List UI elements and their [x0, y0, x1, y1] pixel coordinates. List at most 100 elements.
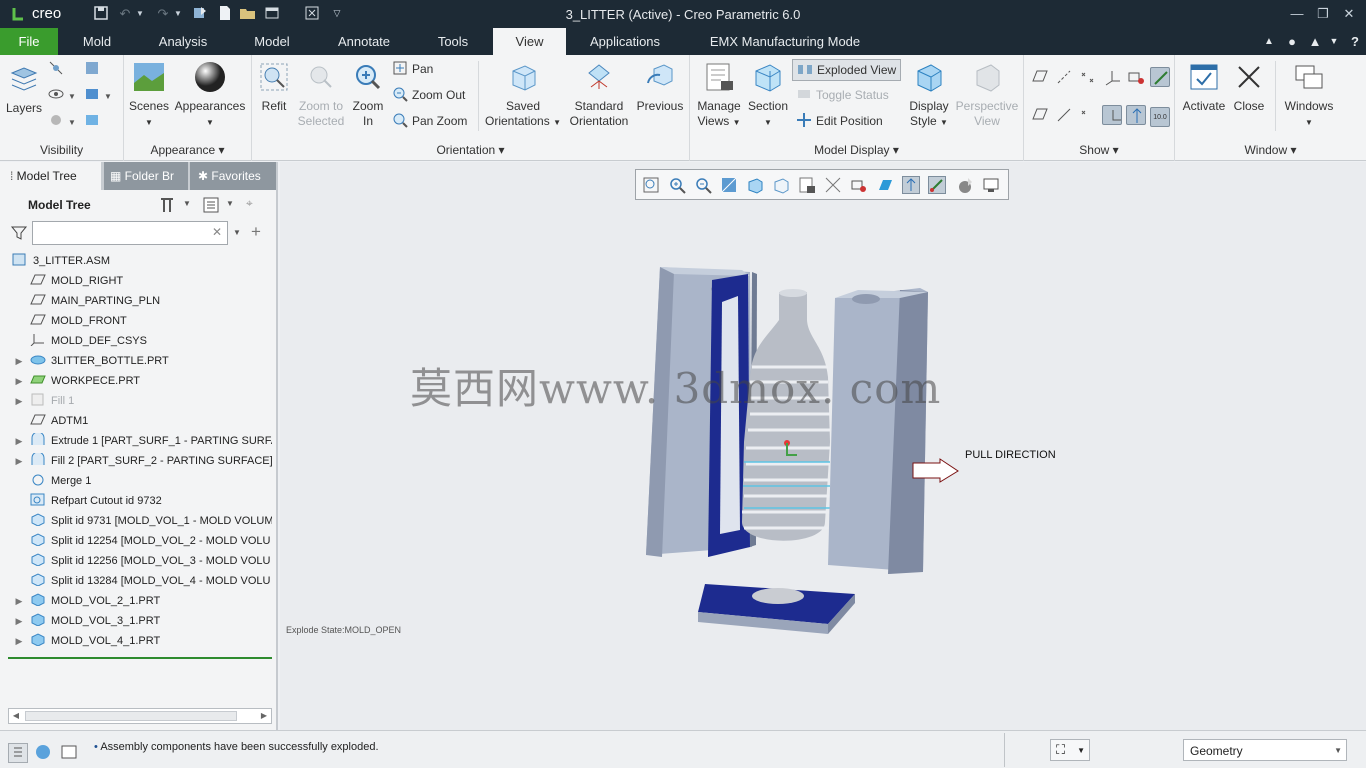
- search-dropdown-icon[interactable]: ▼: [233, 228, 241, 237]
- edit-position-button[interactable]: Edit Position: [796, 111, 883, 131]
- refit-button[interactable]: Refit: [256, 61, 292, 114]
- expand-arrow-icon[interactable]: ▶: [12, 431, 26, 451]
- 3d-dragger-toggle[interactable]: [1150, 67, 1170, 87]
- minimize-icon[interactable]: —: [1288, 5, 1306, 22]
- tree-item[interactable]: ▶ Fill 1: [0, 391, 272, 411]
- tree-item[interactable]: Refpart Cutout id 9732: [0, 491, 272, 511]
- tree-item[interactable]: MAIN_PARTING_PLN: [0, 291, 272, 311]
- status-button[interactable]: [84, 59, 104, 79]
- tab-view[interactable]: View: [493, 28, 566, 55]
- toggle-status-button[interactable]: Toggle Status: [796, 85, 889, 105]
- toggle-navigator-icon[interactable]: [8, 743, 28, 763]
- tree-filter-icon[interactable]: ⌖: [246, 196, 266, 214]
- spin-center-toggle[interactable]: [1126, 67, 1146, 87]
- tab-favorites[interactable]: ✱ Favorites: [190, 162, 276, 190]
- exploded-view-button[interactable]: Exploded View: [792, 59, 902, 81]
- scroll-right-icon[interactable]: ▶: [257, 709, 271, 723]
- learning-icon[interactable]: ▲: [1306, 28, 1324, 55]
- unhide-button[interactable]: ▼: [48, 111, 76, 131]
- perspective-icon[interactable]: [824, 176, 842, 194]
- expand-arrow-icon[interactable]: ▶: [12, 351, 26, 371]
- tab-emx-manufacturing-mode[interactable]: EMX Manufacturing Mode: [697, 28, 873, 55]
- tree-item[interactable]: Merge 1: [0, 471, 272, 491]
- tree-item[interactable]: Split id 13284 [MOLD_VOL_4 - MOLD VOLU: [0, 571, 272, 591]
- mold-half-right[interactable]: [828, 288, 928, 574]
- activate-button[interactable]: Activate: [1181, 61, 1227, 114]
- tree-settings-dropdown-icon[interactable]: ▼: [183, 199, 191, 208]
- point-tag-toggle[interactable]: [1078, 105, 1098, 125]
- view-manager-icon[interactable]: [798, 176, 816, 194]
- previous-button[interactable]: Previous: [634, 61, 686, 114]
- explode-lines-toggle[interactable]: [1126, 105, 1146, 125]
- windows-button[interactable]: Windows ▼: [1283, 61, 1335, 130]
- tab-folder-browser[interactable]: ▦ Folder Br: [104, 162, 188, 190]
- exploded-lines-icon[interactable]: [902, 176, 920, 194]
- annotation-display-icon[interactable]: [876, 176, 894, 194]
- display-settings-icon[interactable]: [982, 176, 1000, 194]
- csys-display-toggle[interactable]: [1102, 67, 1122, 87]
- axis-tag-toggle[interactable]: [1054, 105, 1074, 125]
- tree-item[interactable]: Split id 9731 [MOLD_VOL_1 - MOLD VOLUM: [0, 511, 272, 531]
- appearances-button[interactable]: Appearances ▼: [174, 61, 246, 130]
- expand-arrow-icon[interactable]: ▶: [12, 631, 26, 651]
- search-input[interactable]: [32, 221, 228, 245]
- layers-button[interactable]: Layers: [4, 63, 44, 116]
- tree-item[interactable]: ▶ MOLD_VOL_4_1.PRT: [0, 631, 272, 651]
- section-button[interactable]: Section ▼: [746, 61, 790, 130]
- help-icon[interactable]: ?: [1346, 28, 1364, 55]
- tree-item[interactable]: Split id 12256 [MOLD_VOL_3 - MOLD VOLU: [0, 551, 272, 571]
- perspective-view-button[interactable]: Perspective View: [954, 61, 1020, 129]
- search-filter-icon[interactable]: [10, 224, 28, 242]
- restore-icon[interactable]: ❐: [1314, 5, 1332, 22]
- expand-arrow-icon[interactable]: ▶: [12, 451, 26, 471]
- spin-center-icon[interactable]: [850, 176, 868, 194]
- refit-icon[interactable]: [642, 176, 660, 194]
- tree-item[interactable]: MOLD_FRONT: [0, 311, 272, 331]
- tree-settings-icon[interactable]: [158, 196, 178, 214]
- appearance-gallery-icon[interactable]: [956, 176, 974, 194]
- pan-zoom-button[interactable]: Pan Zoom: [392, 111, 467, 131]
- tree-item[interactable]: ▶ 3LITTER_BOTTLE.PRT: [0, 351, 272, 371]
- selection-filter-select[interactable]: Geometry ▼: [1183, 739, 1347, 761]
- standard-orientation-button[interactable]: Standard Orientation: [566, 61, 632, 129]
- scenes-button[interactable]: Scenes ▼: [128, 61, 170, 130]
- fullscreen-icon[interactable]: [60, 743, 80, 763]
- expand-arrow-icon[interactable]: ▶: [12, 611, 26, 631]
- scrollbar-thumb[interactable]: [25, 711, 237, 721]
- tab-file[interactable]: File: [0, 28, 58, 55]
- axis-display-toggle[interactable]: [1054, 67, 1074, 87]
- help-dropdown-icon[interactable]: ▼: [1328, 28, 1340, 55]
- scroll-left-icon[interactable]: ◀: [9, 709, 23, 723]
- display-style-button[interactable]: Display Style ▼: [904, 61, 954, 130]
- find-button[interactable]: ⛶ ▼: [1050, 739, 1090, 761]
- show-button[interactable]: ▼: [48, 85, 76, 105]
- tree-item[interactable]: ▶ WORKPECE.PRT: [0, 371, 272, 391]
- tab-model-tree[interactable]: ⁞ Model Tree: [0, 162, 101, 190]
- tree-item[interactable]: ▶ Fill 2 [PART_SURF_2 - PARTING SURFACE]: [0, 451, 272, 471]
- tree-root[interactable]: 3_LITTER.ASM: [0, 251, 272, 271]
- display-style-icon[interactable]: [746, 176, 764, 194]
- horizontal-scrollbar[interactable]: ◀ ▶: [8, 708, 272, 724]
- tree-item[interactable]: Split id 12254 [MOLD_VOL_2 - MOLD VOLU: [0, 531, 272, 551]
- expand-arrow-icon[interactable]: ▶: [12, 391, 26, 411]
- hide-button[interactable]: [48, 59, 68, 79]
- zoom-in-button[interactable]: Zoom In: [350, 61, 386, 129]
- saved-orientations-button[interactable]: Saved Orientations ▼: [482, 61, 564, 130]
- tab-model[interactable]: Model: [242, 28, 302, 55]
- expand-arrow-icon[interactable]: ▶: [12, 591, 26, 611]
- tab-tools[interactable]: Tools: [424, 28, 482, 55]
- plane-tag-toggle[interactable]: [1030, 105, 1050, 125]
- mold-bottom-insert[interactable]: [698, 584, 855, 634]
- tab-applications[interactable]: Applications: [580, 28, 670, 55]
- show-columns-icon[interactable]: [202, 196, 220, 214]
- tree-item[interactable]: ▶ MOLD_VOL_2_1.PRT: [0, 591, 272, 611]
- tab-analysis[interactable]: Analysis: [148, 28, 218, 55]
- dimension-tag-toggle[interactable]: 10.0: [1150, 105, 1170, 127]
- browser-icon[interactable]: [34, 743, 54, 763]
- tab-mold[interactable]: Mold: [66, 28, 128, 55]
- close-button[interactable]: Close: [1229, 61, 1269, 114]
- filter-button[interactable]: ▼: [84, 85, 112, 105]
- settings-bulb-icon[interactable]: ●: [1284, 28, 1300, 55]
- collapse-ribbon-icon[interactable]: ▲: [1262, 28, 1276, 55]
- pan-button[interactable]: Pan: [392, 59, 433, 79]
